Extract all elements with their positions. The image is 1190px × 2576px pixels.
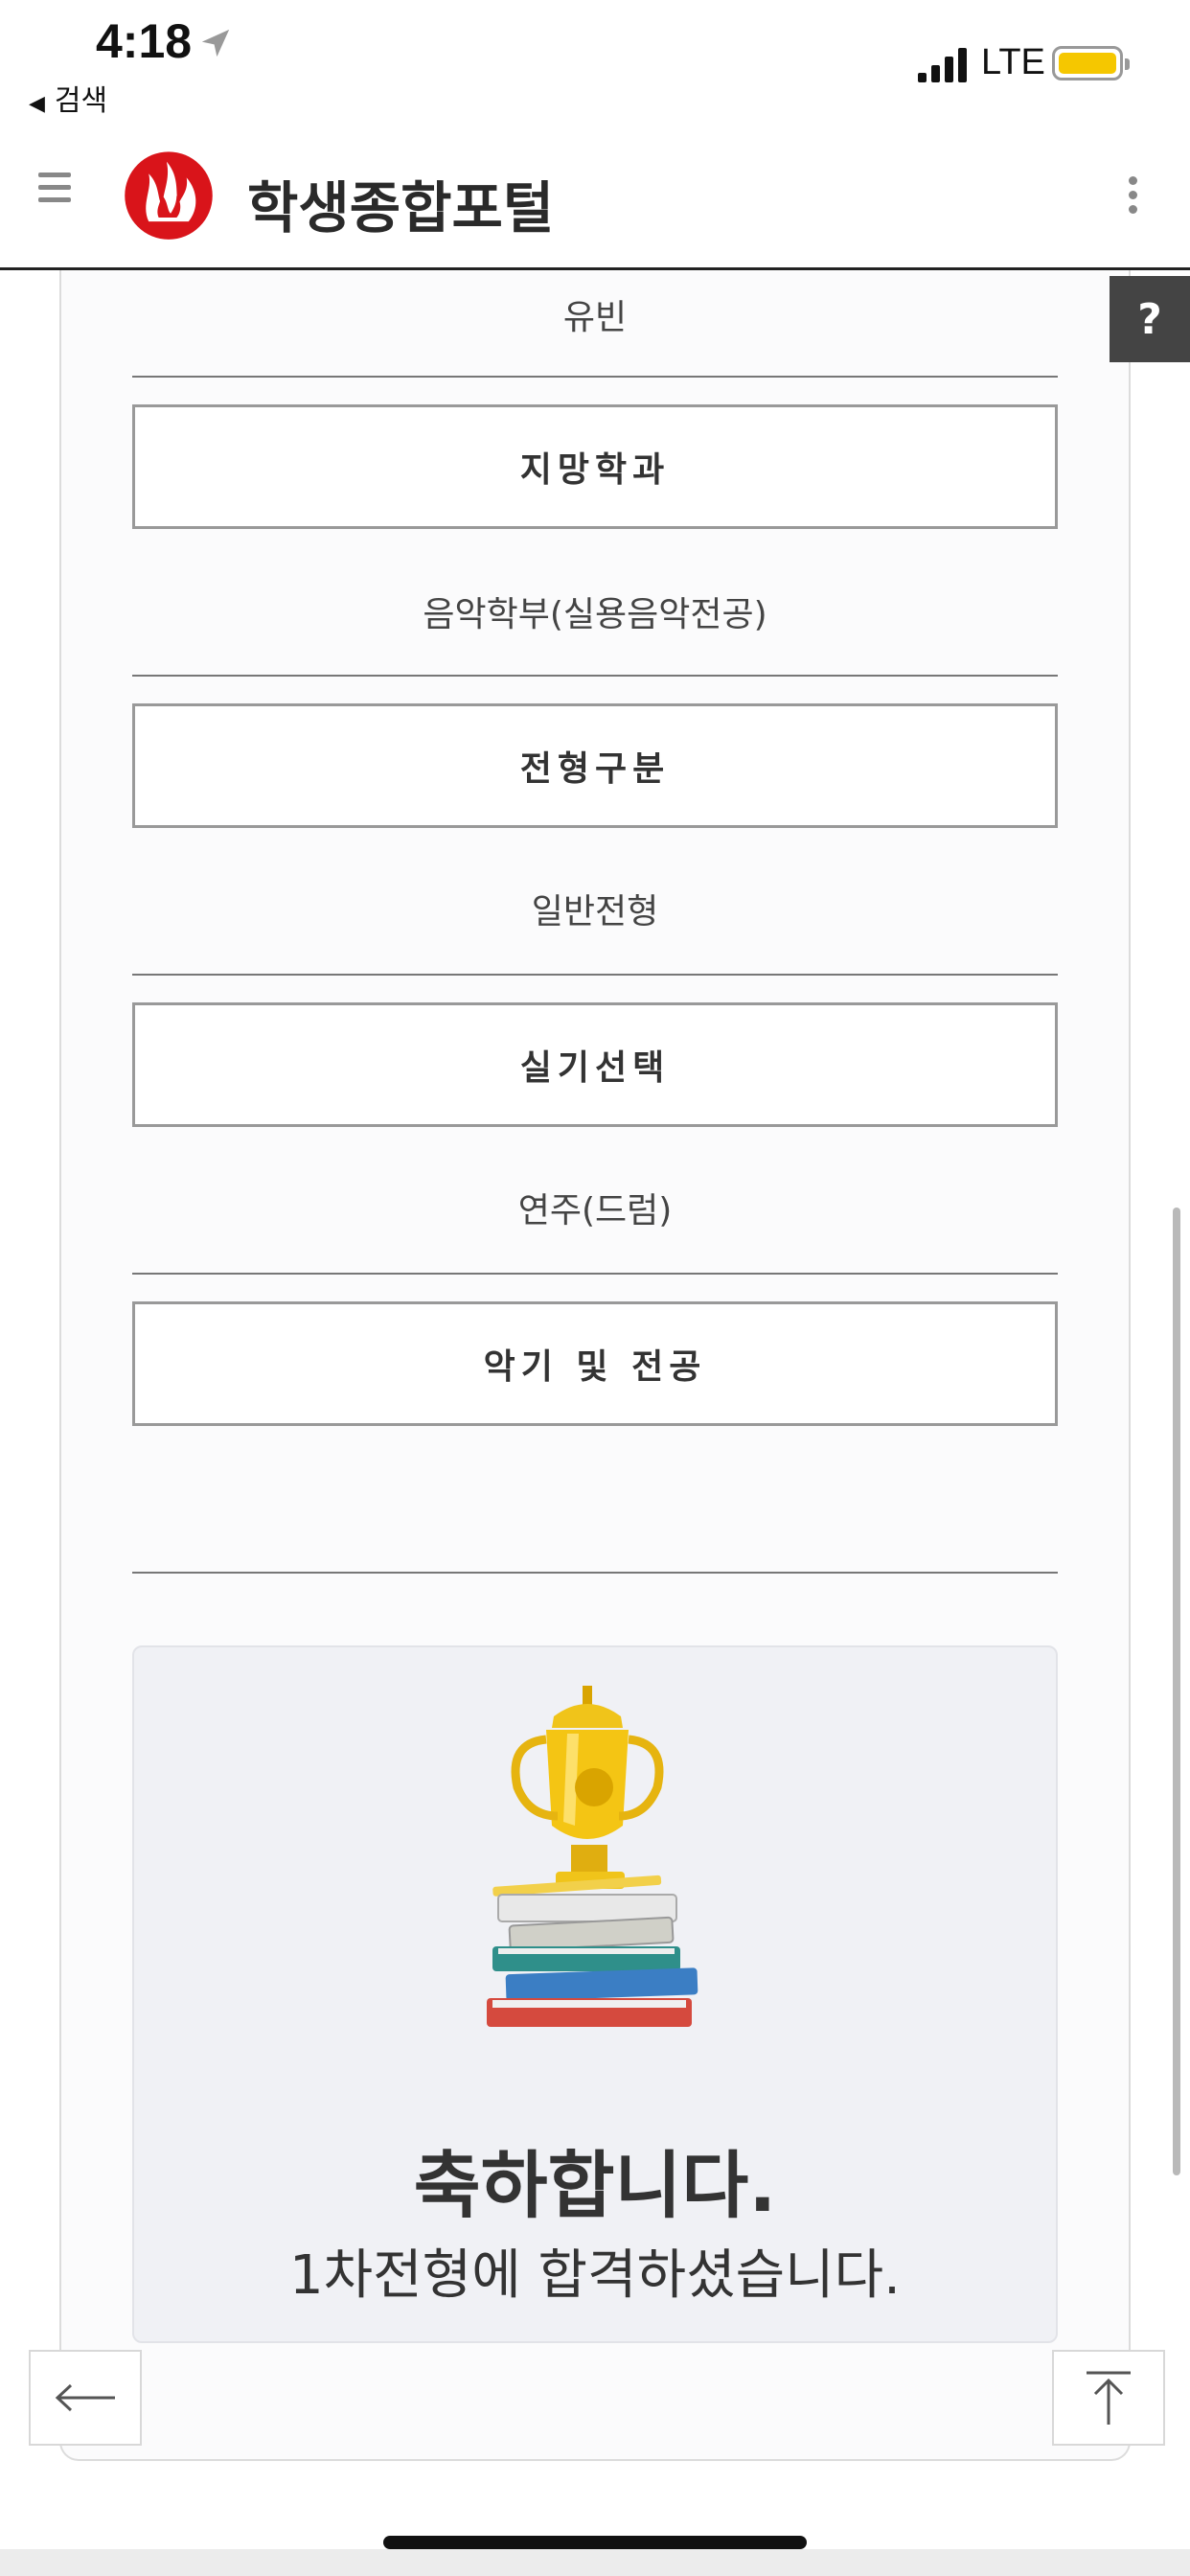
department-label: 지망학과: [519, 450, 671, 490]
congratulations-title: 축하합니다.: [413, 2143, 777, 2228]
portal-title: 학생종합포털: [247, 175, 555, 241]
network-type: LTE: [981, 42, 1045, 82]
arrow-up-to-top-icon: [1087, 2371, 1131, 2425]
divider: [132, 974, 1058, 976]
university-logo[interactable]: [119, 144, 218, 243]
divider: [132, 376, 1058, 378]
bottom-bar: [0, 2549, 1190, 2576]
practical-value: 연주(드럼): [517, 1191, 673, 1230]
divider: [132, 1273, 1058, 1275]
application-info-card: 유빈 지망학과 음악학부(실용음악전공) 전형구분 일반전형 실기선택 연주(드…: [59, 270, 1131, 2461]
pass-message: 1차전형에 합격하셨습니다.: [289, 2244, 901, 2307]
location-arrow-icon: [201, 29, 230, 58]
hamburger-menu-icon[interactable]: [38, 172, 71, 205]
practical-label-box: 실기선택: [132, 1002, 1058, 1127]
instrument-label: 악기 및 전공: [483, 1347, 707, 1387]
divider: [132, 675, 1058, 677]
status-bar: 4:18 ◀ 검색 LTE: [0, 0, 1190, 125]
admission-type-label: 전형구분: [519, 749, 671, 789]
back-button[interactable]: [29, 2350, 142, 2446]
applicant-name-value: 유빈: [562, 298, 628, 337]
app-header: 학생종합포털: [0, 125, 1190, 270]
trophy-books-icon: [487, 1686, 698, 2027]
more-vertical-icon[interactable]: [1121, 176, 1144, 224]
practical-label: 실기선택: [519, 1048, 671, 1088]
clock: 4:18: [96, 14, 193, 68]
divider: [132, 1572, 1058, 1574]
back-triangle-icon: ◀: [29, 92, 45, 116]
battery-level: [1059, 53, 1116, 74]
help-button[interactable]: ?: [1110, 276, 1190, 362]
department-value: 음악학부(실용음악전공): [423, 595, 767, 634]
admission-type-value: 일반전형: [531, 892, 659, 932]
scroll-to-top-button[interactable]: [1052, 2350, 1165, 2446]
result-panel: 축하합니다. 1차전형에 합격하셨습니다.: [132, 1645, 1058, 2343]
admission-type-label-box: 전형구분: [132, 703, 1058, 828]
cellular-signal-icon: [918, 48, 967, 82]
department-label-box: 지망학과: [132, 404, 1058, 529]
battery-icon: [1052, 46, 1130, 80]
scrollbar[interactable]: [1173, 1208, 1180, 2175]
instrument-label-box: 악기 및 전공: [132, 1301, 1058, 1426]
back-to-search-link[interactable]: ◀ 검색: [29, 77, 107, 119]
back-to-search-label: 검색: [54, 84, 108, 118]
home-indicator[interactable]: [383, 2536, 807, 2549]
arrow-left-icon: [55, 2383, 115, 2412]
main-content: 유빈 지망학과 음악학부(실용음악전공) 전형구분 일반전형 실기선택 연주(드…: [0, 270, 1190, 2576]
